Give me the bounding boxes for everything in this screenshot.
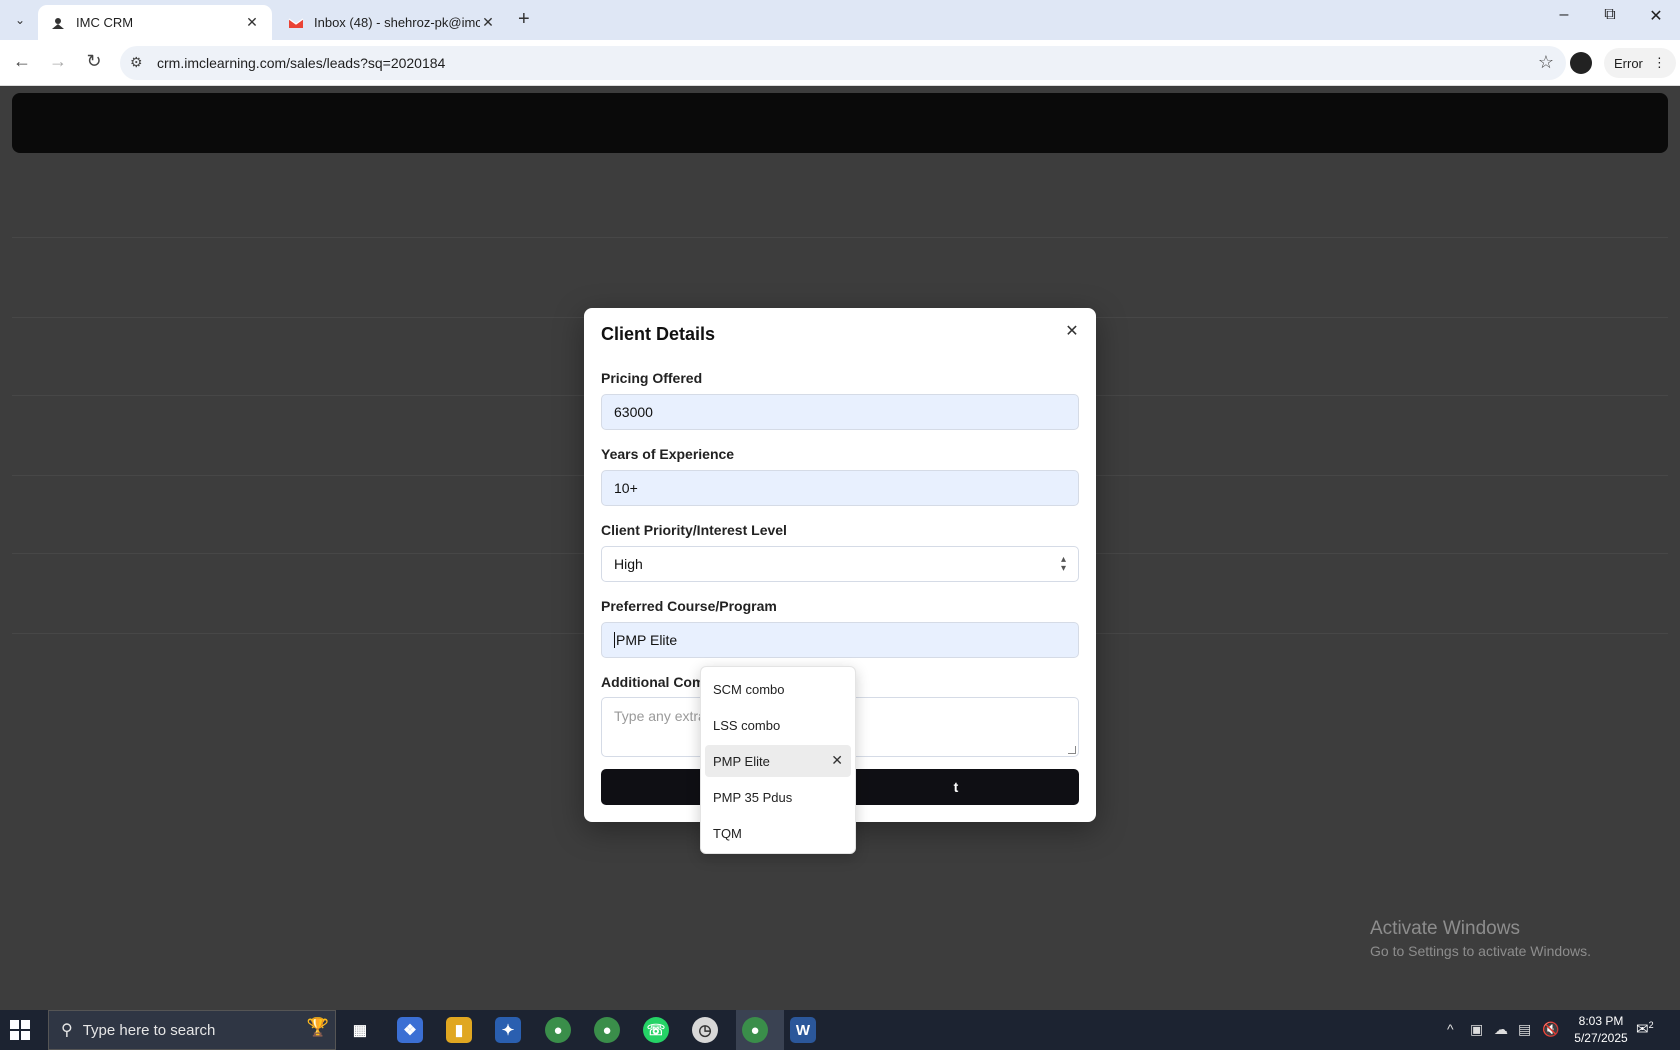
clock-date: 5/27/2025	[1574, 1031, 1628, 1045]
browser-tab-bar: ⌄ IMC CRM ✕ Inbox (48) - shehroz-pk@imcc…	[0, 0, 1680, 40]
clock-time: 8:03 PM	[1578, 1014, 1624, 1028]
windows-taskbar: ⚲ Type here to search 🏆 ▦ ❖ ▮ ✦ ● ● ☏ ◷ …	[0, 1010, 1680, 1050]
chrome-icon[interactable]: ●	[545, 1017, 571, 1043]
tab-title: Inbox (48) - shehroz-pk@imcce	[314, 15, 480, 30]
comments-label: Additional Com	[601, 674, 705, 690]
search-icon: ⚲	[61, 1022, 73, 1039]
network-icon[interactable]: ▤	[1518, 1021, 1531, 1038]
experience-value: 10+	[614, 480, 638, 496]
resize-handle-icon[interactable]	[1068, 746, 1076, 754]
pricing-label: Pricing Offered	[601, 370, 703, 386]
experience-label: Years of Experience	[601, 446, 735, 462]
dropdown-option[interactable]: SCM combo	[705, 673, 851, 705]
close-tab-icon[interactable]: ✕	[480, 14, 496, 31]
activate-windows-subtitle: Go to Settings to activate Windows.	[1370, 943, 1591, 959]
search-placeholder: Type here to search	[82, 1021, 216, 1039]
option-label: PMP Elite	[713, 753, 770, 769]
option-label: PMP 35 Pdus	[713, 789, 793, 805]
onedrive-icon[interactable]: ☁	[1494, 1021, 1508, 1038]
select-chevrons-icon: ▴ ▾	[1060, 554, 1066, 574]
copilot-icon[interactable]: ❖	[397, 1017, 423, 1043]
windows-start-icon[interactable]	[10, 1020, 30, 1040]
url-text[interactable]: crm.imclearning.com/sales/leads?sq=20201…	[157, 55, 445, 71]
imc-favicon-icon	[52, 17, 64, 29]
meet-icon[interactable]: ▣	[1470, 1021, 1483, 1038]
tab-imc-crm[interactable]: IMC CRM ✕	[38, 5, 272, 40]
dropdown-option[interactable]: LSS combo	[705, 709, 851, 741]
tab-title: IMC CRM	[76, 15, 134, 30]
close-tab-icon[interactable]: ✕	[244, 14, 260, 31]
bookmark-star-icon[interactable]: ☆	[1538, 52, 1554, 73]
new-tab-icon[interactable]: +	[518, 8, 530, 31]
chrome-icon[interactable]: ●	[594, 1017, 620, 1043]
option-label: TQM	[713, 825, 742, 841]
close-icon[interactable]: ✕	[1062, 322, 1082, 342]
submit-label: t	[953, 779, 959, 795]
gmail-icon	[288, 18, 304, 28]
priority-label: Client Priority/Interest Level	[601, 522, 787, 538]
chrome-icon[interactable]: ●	[742, 1017, 768, 1043]
restore-icon[interactable]: ⧉	[1595, 6, 1625, 24]
word-icon[interactable]: W	[790, 1017, 816, 1043]
notification-count: 2	[1648, 1020, 1654, 1030]
minimize-icon[interactable]: –	[1549, 6, 1579, 24]
whatsapp-icon[interactable]: ☏	[643, 1017, 669, 1043]
close-window-icon[interactable]: ✕	[1641, 6, 1671, 26]
pricing-input[interactable]: 63000	[601, 394, 1079, 430]
reload-icon[interactable]: ↻	[82, 51, 106, 72]
notifications-icon[interactable]: ✉2	[1636, 1020, 1654, 1038]
taskbar-search[interactable]: ⚲ Type here to search 🏆	[48, 1010, 336, 1050]
error-label: Error	[1614, 55, 1643, 71]
profile-avatar[interactable]	[1570, 52, 1592, 74]
task-view-icon[interactable]: ▦	[347, 1017, 373, 1043]
search-highlight-icon: 🏆	[306, 1017, 329, 1037]
dropdown-option-selected[interactable]: PMP Elite ✕	[705, 745, 851, 777]
remove-option-icon[interactable]: ✕	[831, 752, 843, 769]
app-icon[interactable]: ✦	[495, 1017, 521, 1043]
error-button[interactable]: Error ⋮	[1604, 48, 1676, 78]
experience-input[interactable]: 10+	[601, 470, 1079, 506]
show-hidden-icons-icon[interactable]: ^	[1447, 1021, 1454, 1037]
priority-value: High	[614, 556, 643, 572]
address-bar-row: ← → ↻ ⚙ crm.imclearning.com/sales/leads?…	[0, 40, 1680, 86]
option-label: LSS combo	[713, 717, 781, 733]
dropdown-option[interactable]: PMP 35 Pdus	[705, 781, 851, 813]
course-label: Preferred Course/Program	[601, 598, 777, 614]
course-input[interactable]: PMP Elite	[601, 622, 1079, 658]
course-dropdown: SCM combo LSS combo PMP Elite ✕ PMP 35 Pd…	[700, 666, 856, 854]
app-header	[12, 93, 1668, 153]
priority-select[interactable]: High ▴ ▾	[601, 546, 1079, 582]
pricing-value: 63000	[614, 404, 653, 420]
option-label: SCM combo	[713, 681, 785, 697]
clock-app-icon[interactable]: ◷	[692, 1017, 718, 1043]
course-value: PMP Elite	[614, 632, 678, 648]
tab-search-icon[interactable]: ⌄	[8, 8, 32, 32]
activate-windows-title: Activate Windows	[1370, 918, 1520, 939]
forward-icon[interactable]: →	[46, 51, 70, 72]
site-info-icon[interactable]: ⚙	[130, 54, 143, 71]
file-explorer-icon[interactable]: ▮	[446, 1017, 472, 1043]
omnibox[interactable]: ⚙ crm.imclearning.com/sales/leads?sq=202…	[120, 46, 1566, 80]
volume-muted-icon[interactable]: 🔇	[1542, 1021, 1559, 1038]
tab-gmail-inbox[interactable]: Inbox (48) - shehroz-pk@imcce ✕	[276, 5, 508, 40]
comments-placeholder: Type any extra	[614, 708, 706, 724]
modal-title: Client Details	[601, 324, 716, 344]
taskbar-clock[interactable]: 8:03 PM 5/27/2025	[1564, 1013, 1638, 1047]
dropdown-option[interactable]: TQM	[705, 817, 851, 849]
more-menu-icon[interactable]: ⋮	[1653, 55, 1666, 71]
back-icon[interactable]: ←	[10, 51, 34, 72]
table-header-divider	[12, 237, 1668, 238]
